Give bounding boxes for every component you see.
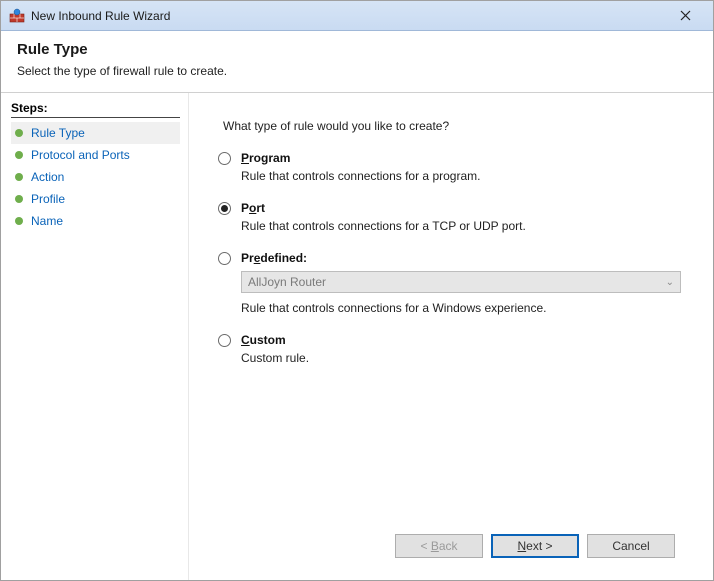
steps-heading: Steps: — [11, 101, 180, 118]
wizard-window: New Inbound Rule Wizard Rule Type Select… — [0, 0, 714, 581]
window-title: New Inbound Rule Wizard — [31, 9, 665, 23]
step-label: Name — [31, 214, 63, 228]
next-gt: > — [546, 539, 553, 553]
steps-list: Rule Type Protocol and Ports Action Prof… — [11, 122, 180, 232]
radio-program[interactable] — [218, 152, 231, 165]
step-label: Action — [31, 170, 64, 184]
page-title: Rule Type — [17, 41, 697, 58]
step-bullet-icon — [15, 129, 23, 137]
next-button[interactable]: Next > — [491, 534, 579, 558]
header: Rule Type Select the type of firewall ru… — [1, 31, 713, 93]
step-bullet-icon — [15, 195, 23, 203]
option-desc: Custom rule. — [241, 351, 689, 365]
step-label: Rule Type — [31, 126, 85, 140]
close-button[interactable] — [665, 6, 705, 26]
footer-buttons: < Back Next > Cancel — [213, 524, 689, 572]
radio-custom[interactable] — [218, 334, 231, 347]
step-name[interactable]: Name — [11, 210, 180, 232]
step-bullet-icon — [15, 217, 23, 225]
option-title: Custom — [241, 333, 689, 347]
back-button: < Back — [395, 534, 483, 558]
close-icon — [680, 10, 691, 21]
step-bullet-icon — [15, 151, 23, 159]
steps-sidebar: Steps: Rule Type Protocol and Ports Acti… — [1, 93, 189, 580]
prompt-text: What type of rule would you like to crea… — [223, 119, 689, 133]
option-title: Program — [241, 151, 689, 165]
titlebar: New Inbound Rule Wizard — [1, 1, 713, 31]
predefined-select: AllJoyn Router ⌄ — [241, 271, 681, 293]
step-profile[interactable]: Profile — [11, 188, 180, 210]
body: Steps: Rule Type Protocol and Ports Acti… — [1, 93, 713, 580]
option-desc: Rule that controls connections for a TCP… — [241, 219, 689, 233]
option-title: Predefined: — [241, 251, 689, 265]
predefined-selected-value: AllJoyn Router — [248, 275, 326, 289]
back-lt: < — [420, 539, 427, 553]
option-title: Port — [241, 201, 689, 215]
option-predefined[interactable]: Predefined: AllJoyn Router ⌄ Rule that c… — [213, 251, 689, 315]
option-program[interactable]: Program Rule that controls connections f… — [213, 151, 689, 183]
step-label: Profile — [31, 192, 65, 206]
firewall-icon — [9, 8, 25, 24]
option-custom[interactable]: Custom Custom rule. — [213, 333, 689, 365]
step-rule-type[interactable]: Rule Type — [11, 122, 180, 144]
step-label: Protocol and Ports — [31, 148, 130, 162]
rule-type-options: Program Rule that controls connections f… — [213, 151, 689, 365]
option-desc: Rule that controls connections for a pro… — [241, 169, 689, 183]
content-pane: What type of rule would you like to crea… — [189, 93, 713, 580]
radio-port[interactable] — [218, 202, 231, 215]
step-action[interactable]: Action — [11, 166, 180, 188]
step-protocol-ports[interactable]: Protocol and Ports — [11, 144, 180, 166]
chevron-down-icon: ⌄ — [666, 277, 674, 288]
step-bullet-icon — [15, 173, 23, 181]
cancel-button[interactable]: Cancel — [587, 534, 675, 558]
radio-predefined[interactable] — [218, 252, 231, 265]
option-desc: Rule that controls connections for a Win… — [241, 301, 689, 315]
page-subtitle: Select the type of firewall rule to crea… — [17, 64, 697, 78]
option-port[interactable]: Port Rule that controls connections for … — [213, 201, 689, 233]
